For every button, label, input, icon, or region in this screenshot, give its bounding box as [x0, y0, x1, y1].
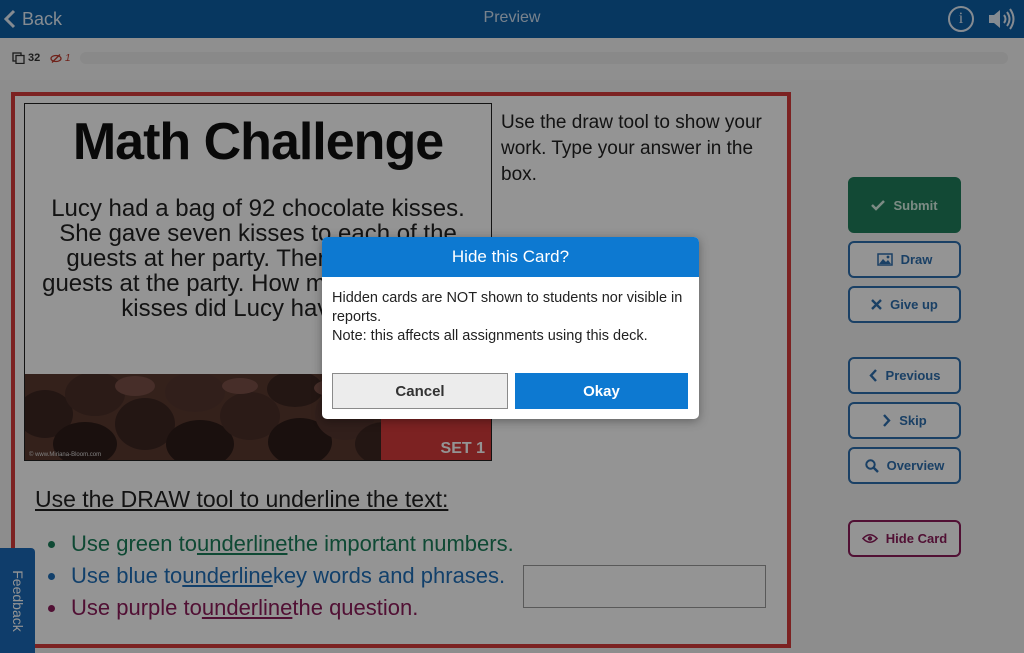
dialog-body: Hidden cards are NOT shown to students n… — [322, 277, 699, 346]
hide-card-dialog: Hide this Card? Hidden cards are NOT sho… — [322, 237, 699, 419]
dialog-title: Hide this Card? — [322, 237, 699, 277]
cancel-button[interactable]: Cancel — [332, 373, 508, 409]
dialog-message: Hidden cards are NOT shown to students n… — [332, 290, 683, 325]
okay-button[interactable]: Okay — [515, 373, 688, 409]
dialog-note: Note: this affects all assignments using… — [332, 328, 648, 344]
